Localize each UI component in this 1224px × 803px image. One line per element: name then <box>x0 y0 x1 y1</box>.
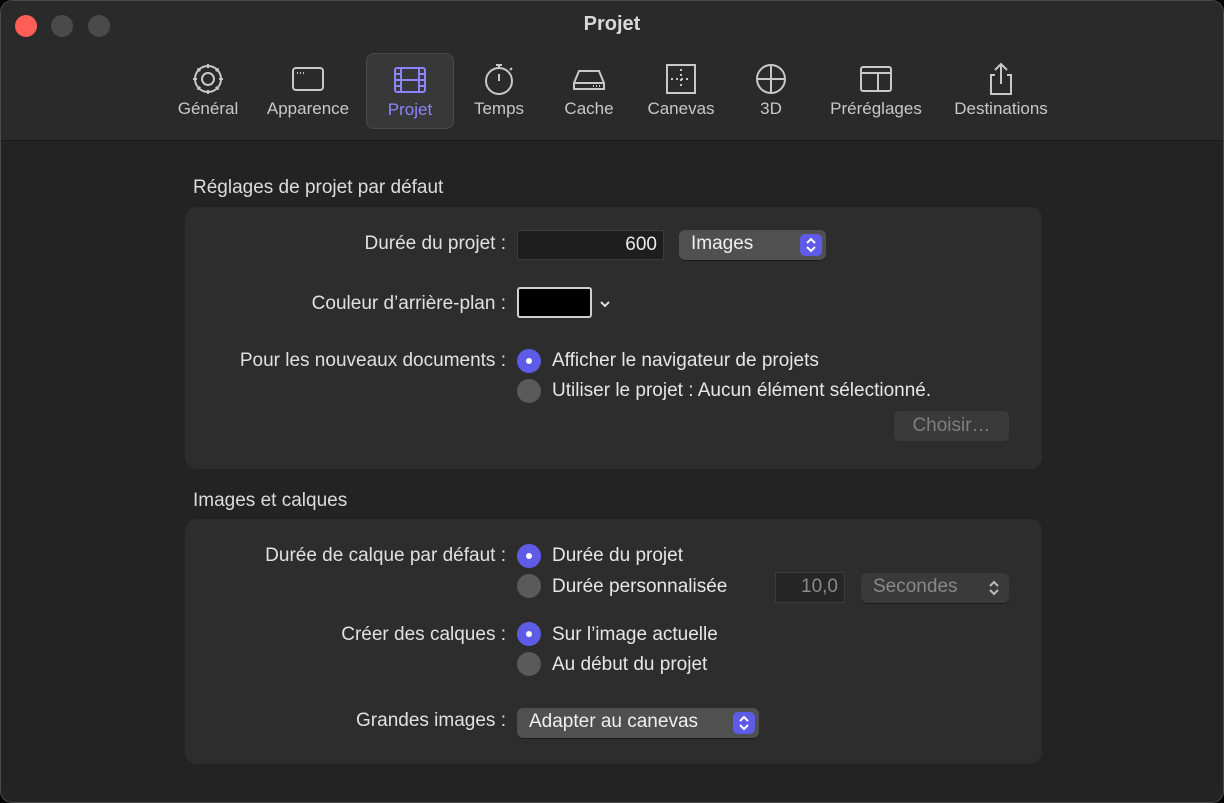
new-docs-label: Pour les nouveaux documents : <box>239 350 506 371</box>
tab-project[interactable]: Projet <box>366 53 454 129</box>
radio-current-frame[interactable] <box>517 622 541 646</box>
tab-label: Destinations <box>954 99 1048 118</box>
custom-unit-popup[interactable]: Secondes <box>861 573 1009 603</box>
large-images-value: Adapter au canevas <box>529 711 699 732</box>
option-project-start-label: Au début du projet <box>552 654 708 675</box>
chevron-updown-icon <box>733 712 755 734</box>
tab-cache[interactable]: Cache <box>557 53 621 129</box>
section-title-images-layers: Images et calques <box>193 490 348 511</box>
canvas-icon <box>666 64 696 94</box>
bg-color-swatch[interactable] <box>517 287 592 318</box>
tab-canvas[interactable]: Canevas <box>641 53 721 129</box>
gear-icon <box>193 64 223 94</box>
tab-appearance[interactable]: Apparence <box>259 53 357 129</box>
stopwatch-icon <box>485 64 513 95</box>
radio-show-browser[interactable] <box>517 349 541 373</box>
section-title-project-defaults: Réglages de projet par défaut <box>193 177 444 198</box>
tab-label: Temps <box>473 99 525 118</box>
tab-label: Projet <box>387 100 433 119</box>
create-layers-label: Créer des calques : <box>341 624 506 645</box>
custom-duration-field[interactable]: 10,0 <box>775 572 845 603</box>
share-icon <box>990 62 1012 95</box>
chevron-down-icon[interactable] <box>598 297 612 311</box>
radio-use-project[interactable] <box>517 379 541 403</box>
window-icon <box>292 67 324 91</box>
chevron-updown-icon <box>983 577 1005 599</box>
large-images-popup[interactable]: Adapter au canevas <box>517 708 759 738</box>
sphere-icon <box>756 64 786 94</box>
chevron-updown-icon <box>800 234 822 256</box>
tab-3d[interactable]: 3D <box>741 53 801 129</box>
film-icon <box>394 67 426 93</box>
tab-presets[interactable]: Préréglages <box>823 53 929 129</box>
preferences-window: Projet Général Apparence Projet Temps Ca… <box>0 0 1224 803</box>
option-custom-duration-label: Durée personnalisée <box>552 576 728 597</box>
project-duration-label: Durée du projet : <box>364 233 506 254</box>
custom-unit-value: Secondes <box>873 576 958 597</box>
tab-label: Préréglages <box>830 99 922 118</box>
tab-time[interactable]: Temps <box>466 53 532 129</box>
presets-icon <box>860 66 892 92</box>
window-title: Projet <box>583 13 641 35</box>
option-show-browser-label: Afficher le navigateur de projets <box>552 350 819 371</box>
large-images-label: Grandes images : <box>356 710 506 731</box>
project-duration-field[interactable]: 600 <box>517 230 664 260</box>
option-use-project-label: Utiliser le projet : Aucun élément sélec… <box>552 380 932 401</box>
tab-general[interactable]: Général <box>169 53 247 129</box>
tab-destinations[interactable]: Destinations <box>945 53 1057 129</box>
duration-unit-value: Images <box>691 233 754 254</box>
option-project-duration-label: Durée du projet <box>552 545 683 566</box>
radio-project-duration[interactable] <box>517 544 541 568</box>
radio-project-start[interactable] <box>517 652 541 676</box>
title-bar: Projet Général Apparence Projet Temps Ca… <box>1 1 1223 141</box>
bg-color-label: Couleur d’arrière-plan : <box>311 293 506 314</box>
duration-unit-popup[interactable]: Images <box>679 230 826 260</box>
layer-duration-label: Durée de calque par défaut : <box>265 545 506 566</box>
tab-label: 3D <box>760 99 782 118</box>
radio-custom-duration[interactable] <box>517 574 541 598</box>
tab-label: Général <box>177 99 239 118</box>
option-current-frame-label: Sur l’image actuelle <box>552 624 718 645</box>
tab-label: Canevas <box>647 99 715 118</box>
tab-label: Apparence <box>266 99 350 118</box>
choose-button[interactable]: Choisir… <box>894 411 1009 441</box>
tab-label: Cache <box>564 99 614 118</box>
drive-icon <box>573 70 605 90</box>
